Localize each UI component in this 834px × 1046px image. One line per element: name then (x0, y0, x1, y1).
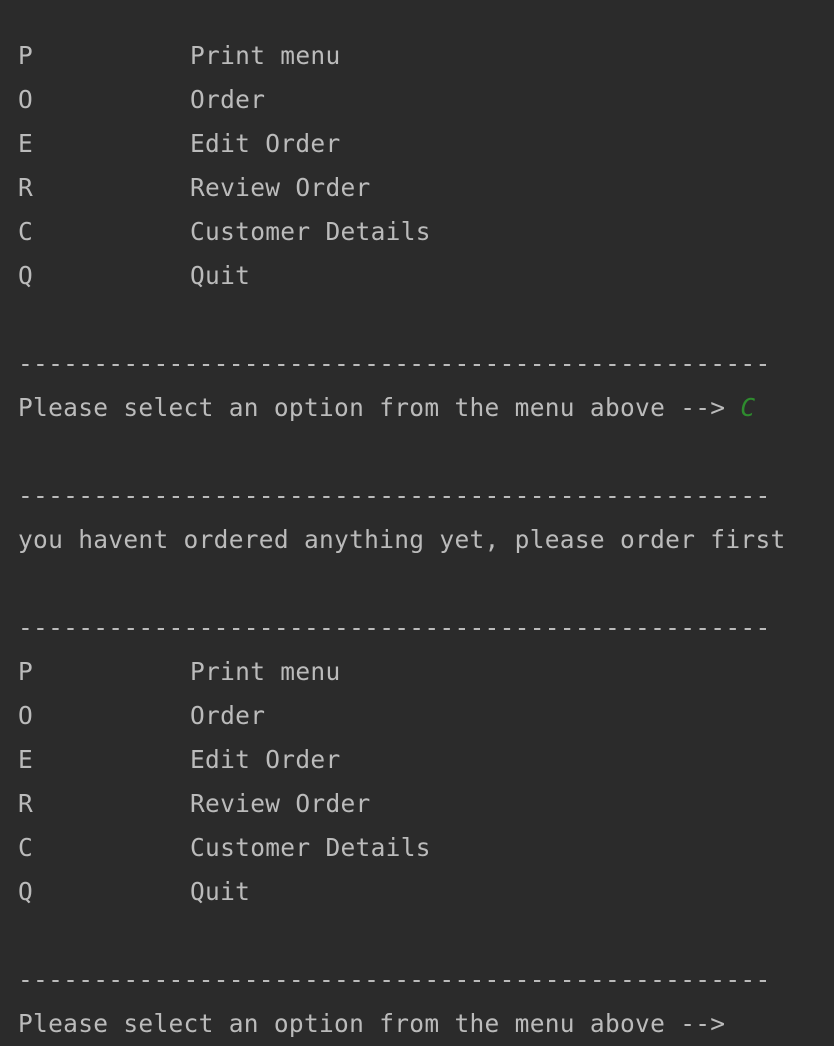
menu-key: R (18, 173, 34, 202)
menu-label: Quit (190, 261, 251, 290)
menu-line: R Review Order (18, 782, 834, 826)
menu-block-1: P Print menu O Order E Edit Order R Review O… (18, 34, 834, 298)
menu-line: Q Quit (18, 870, 834, 914)
menu-key: C (18, 217, 34, 246)
divider-line: ----------------------------------------… (18, 965, 771, 994)
divider-line: ----------------------------------------… (18, 613, 771, 642)
menu-key: P (18, 657, 34, 686)
menu-label: Customer Details (190, 217, 431, 246)
menu-key: Q (18, 261, 34, 290)
menu-key: Q (18, 877, 34, 906)
menu-line: O Order (18, 694, 834, 738)
menu-line: P Print menu (18, 650, 834, 694)
menu-line: R Review Order (18, 166, 834, 210)
clipped-output-line (18, 0, 834, 34)
menu-key: O (18, 701, 34, 730)
menu-key: E (18, 129, 34, 158)
prompt-line: Please select an option from the menu ab… (18, 386, 834, 430)
menu-label: Print menu (190, 41, 341, 70)
menu-key: O (18, 85, 34, 114)
run-console: P Print menu O Order E Edit Order R Review O… (18, 0, 834, 1046)
divider-line: ----------------------------------------… (18, 481, 771, 510)
menu-line: E Edit Order (18, 738, 834, 782)
menu-label: Customer Details (190, 833, 431, 862)
menu-key: C (18, 833, 34, 862)
menu-label: Edit Order (190, 129, 341, 158)
prompt-text: Please select an option from the menu ab… (18, 1009, 726, 1038)
menu-label: Edit Order (190, 745, 341, 774)
menu-line: C Customer Details (18, 210, 834, 254)
menu-label: Review Order (190, 789, 371, 818)
user-input: C (740, 393, 756, 422)
menu-block-2: P Print menu O Order E Edit Order R Review O… (18, 650, 834, 914)
menu-label: Review Order (190, 173, 371, 202)
menu-label: Order (190, 85, 266, 114)
menu-label: Print menu (190, 657, 341, 686)
menu-key: P (18, 41, 34, 70)
menu-line: Q Quit (18, 254, 834, 298)
prompt-text: Please select an option from the menu ab… (18, 393, 741, 422)
message-line: you havent ordered anything yet, please … (18, 525, 786, 554)
menu-label: Order (190, 701, 266, 730)
menu-line: O Order (18, 78, 834, 122)
menu-label: Quit (190, 877, 251, 906)
prompt-line[interactable]: Please select an option from the menu ab… (18, 1002, 834, 1046)
menu-line: P Print menu (18, 34, 834, 78)
menu-key: R (18, 789, 34, 818)
divider-line: ----------------------------------------… (18, 349, 771, 378)
menu-line: C Customer Details (18, 826, 834, 870)
menu-line: E Edit Order (18, 122, 834, 166)
menu-key: E (18, 745, 34, 774)
